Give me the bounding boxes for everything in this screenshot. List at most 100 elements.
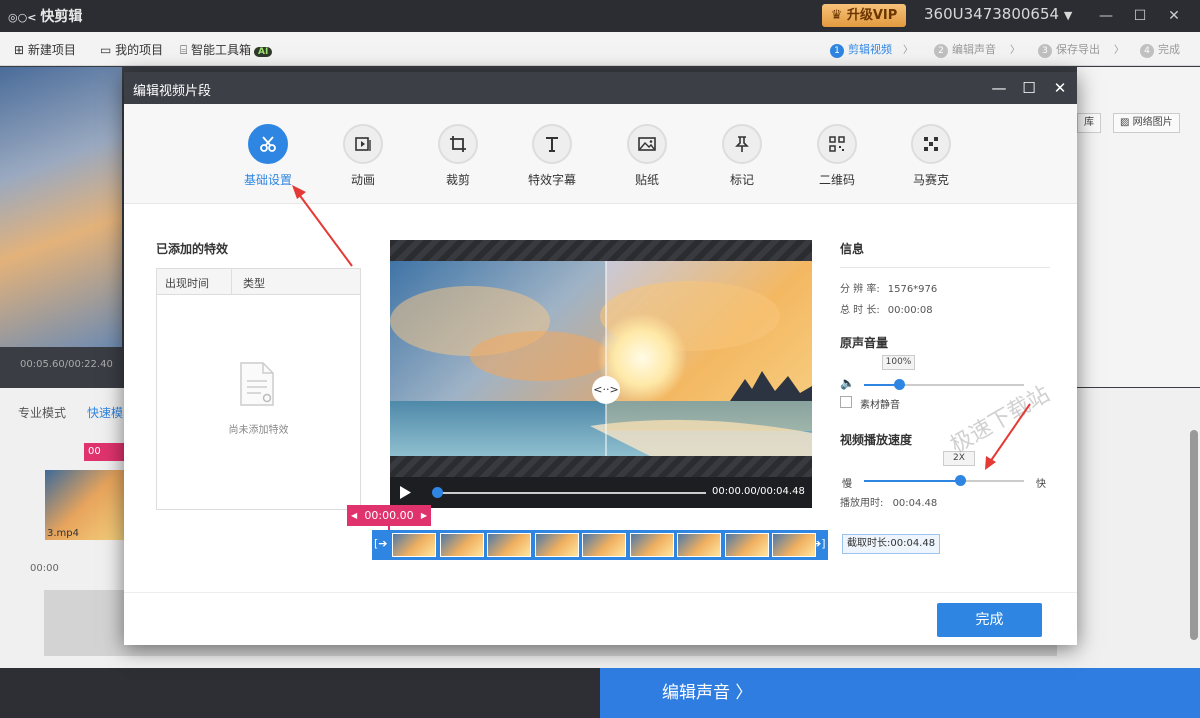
- minimize-icon[interactable]: —: [1095, 6, 1117, 26]
- mute-checkbox[interactable]: [840, 396, 852, 408]
- right-arrow-icon[interactable]: ▶: [421, 505, 427, 526]
- clip-filmstrip[interactable]: [➔ ➔]: [372, 530, 828, 560]
- mute-label: 素材静音: [860, 400, 900, 411]
- filmstrip-frame: [724, 533, 769, 557]
- dialog-header: 编辑视频片段 — ☐ ✕: [124, 72, 1077, 104]
- tab-mark[interactable]: 标记: [707, 124, 777, 188]
- speed-slider-knob[interactable]: [955, 475, 966, 486]
- edit-clip-dialog: 编辑视频片段 — ☐ ✕ 基础设置 动画 裁剪 特效字幕 贴纸 标记 二维码 马…: [124, 72, 1077, 645]
- info-divider: [840, 267, 1050, 268]
- split-compare-handle[interactable]: <··>: [592, 376, 620, 404]
- step-edit-video[interactable]: 1 剪辑视频: [830, 41, 892, 58]
- filmstrip-frame: [677, 533, 721, 557]
- step-chevron-icon: 〉: [1114, 45, 1124, 56]
- play-icon[interactable]: [398, 485, 412, 500]
- title-bar: ◎○< 快剪辑 ♛ 升级VIP 360U3473800654 ▼ — ☐ ✕: [0, 0, 1200, 32]
- filmstrip-frame: [487, 533, 531, 557]
- column-appear-time: 出现时间: [165, 277, 209, 290]
- playback-speed-title: 视频播放速度: [840, 433, 913, 447]
- image-icon: [627, 124, 667, 164]
- dropdown-icon[interactable]: ▼: [1064, 9, 1072, 22]
- vip-crown-icon: ♛: [830, 8, 847, 23]
- scissors-icon: [248, 124, 288, 164]
- tab-sticker[interactable]: 贴纸: [612, 124, 682, 188]
- edit-audio-button[interactable]: 编辑声音 〉: [600, 668, 1200, 718]
- video-time: 00:00.00/00:04.48: [712, 486, 805, 497]
- step-done[interactable]: 4 完成: [1140, 41, 1180, 58]
- speed-slider-fill: [864, 480, 960, 482]
- duration-row: 总 时 长: 00:00:08: [840, 305, 933, 316]
- tab-crop[interactable]: 裁剪: [423, 124, 493, 188]
- app-logo-icon: ◎○<: [8, 11, 37, 24]
- my-projects-button[interactable]: ▭ 我的项目: [100, 41, 163, 58]
- folder-icon: ▭: [100, 43, 112, 57]
- text-icon: [532, 124, 572, 164]
- column-type: 类型: [243, 277, 265, 290]
- vertical-scrollbar[interactable]: [1190, 430, 1198, 640]
- toolbox-icon: ⌸: [180, 43, 188, 57]
- video-bottom-stripe: [390, 456, 812, 477]
- dialog-minimize-icon[interactable]: —: [988, 77, 1010, 99]
- original-volume-title: 原声音量: [840, 336, 889, 350]
- dialog-close-icon[interactable]: ✕: [1049, 77, 1071, 99]
- user-id[interactable]: 360U3473800654 ▼: [924, 5, 1072, 23]
- volume-value-tag: 100%: [882, 355, 915, 370]
- volume-slider-knob[interactable]: [894, 379, 906, 390]
- effects-table-header: 出现时间 类型: [157, 269, 360, 295]
- close-icon[interactable]: ✕: [1163, 6, 1185, 26]
- done-button[interactable]: 完成: [937, 603, 1042, 637]
- video-progress-track[interactable]: [436, 492, 706, 494]
- video-control-bar: 00:00.00/00:04.48: [390, 477, 812, 508]
- video-progress-knob[interactable]: [432, 487, 443, 498]
- step-chevron-icon: 〉: [903, 45, 913, 56]
- filmstrip-frame: [392, 533, 436, 557]
- app-title: ◎○< 快剪辑: [8, 9, 83, 25]
- resolution-row: 分 辨 率: 1576*976: [840, 284, 938, 295]
- timeline-start-time: 00:00: [30, 563, 59, 574]
- pro-mode-tab[interactable]: 专业模式: [18, 404, 66, 421]
- no-effects-text: 尚未添加特效: [228, 425, 289, 436]
- tab-qrcode[interactable]: 二维码: [802, 124, 872, 188]
- left-arrow-icon[interactable]: ◀: [351, 505, 357, 526]
- dialog-title: 编辑视频片段: [133, 84, 212, 99]
- trim-start-handle-icon[interactable]: [➔: [374, 537, 388, 550]
- fast-label: 快: [1036, 479, 1046, 490]
- clip-name: 3.mp4: [47, 528, 79, 539]
- background-preview: [0, 67, 122, 347]
- play-time-row: 播放用时: 00:04.48: [840, 498, 938, 509]
- background-time-tag: 00: [84, 443, 124, 461]
- network-image-button[interactable]: ▨ 网络图片: [1113, 113, 1180, 133]
- image-icon: ▨: [1120, 117, 1133, 128]
- dialog-maximize-icon[interactable]: ☐: [1018, 77, 1040, 99]
- tab-basic-settings[interactable]: 基础设置: [233, 124, 303, 188]
- crop-icon: [438, 124, 478, 164]
- maximize-icon[interactable]: ☐: [1129, 6, 1151, 26]
- added-effects-title: 已添加的特效: [156, 242, 229, 256]
- plus-square-icon: ⊞: [14, 43, 25, 57]
- pin-icon: [722, 124, 762, 164]
- tab-subtitle-effects[interactable]: 特效字幕: [517, 124, 587, 188]
- step-edit-audio[interactable]: 2 编辑声音: [934, 41, 996, 58]
- main-toolbar: ⊞ 新建项目 ▭ 我的项目 ⌸ 智能工具箱 AI 1 剪辑视频 〉 2 编辑声音 〉 …: [0, 32, 1200, 66]
- step-save-export[interactable]: 3 保存导出: [1038, 41, 1100, 58]
- effects-table: 出现时间 类型 尚未添加特效: [156, 268, 361, 510]
- qrcode-icon: [817, 124, 857, 164]
- filmstrip-frame: [629, 533, 674, 557]
- video-preview: <··> 00:00.00/00:04.48: [390, 240, 812, 508]
- video-frame: [390, 261, 812, 456]
- tab-mosaic[interactable]: 马赛克: [896, 124, 966, 188]
- new-project-button[interactable]: ⊞ 新建项目: [14, 41, 76, 58]
- filmstrip-frame: [582, 533, 626, 557]
- clip-duration-label: 截取时长:00:04.48: [842, 534, 941, 554]
- background-preview-time: 00:05.60/00:22.40: [20, 359, 113, 370]
- step-chevron-icon: 〉: [1010, 45, 1020, 56]
- upgrade-vip-button[interactable]: ♛ 升级VIP: [822, 4, 906, 27]
- tab-animation[interactable]: 动画: [328, 124, 398, 188]
- dialog-footer: 完成: [124, 592, 1077, 645]
- background-library-button[interactable]: 库: [1077, 113, 1101, 133]
- smart-tools-button[interactable]: ⌸ 智能工具箱 AI: [180, 41, 273, 58]
- fast-mode-tab[interactable]: 快速模: [87, 404, 123, 421]
- speaker-icon[interactable]: 🔈: [840, 376, 855, 390]
- column-divider: [231, 269, 232, 295]
- start-time-tag[interactable]: ◀ 00:00.00 ▶: [347, 505, 431, 526]
